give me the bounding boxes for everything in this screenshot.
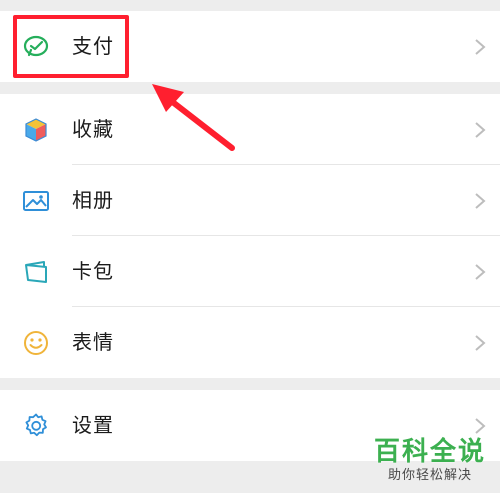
menu-item-favorites-label: 收藏	[72, 117, 114, 141]
chevron-right-icon	[475, 39, 486, 55]
menu-item-stickers-label: 表情	[72, 330, 114, 354]
chevron-right-icon	[475, 122, 486, 138]
menu-item-favorites[interactable]: 收藏	[0, 94, 500, 165]
chevron-right-icon	[475, 335, 486, 351]
watermark-title: 百科全说	[373, 437, 486, 467]
payment-highlight-box	[13, 15, 129, 78]
cube-icon	[25, 118, 47, 142]
menu-item-cards-label: 卡包	[72, 259, 114, 283]
watermark: 百科全说 助你轻松解决	[370, 437, 490, 485]
features-group: 收藏 相册 卡包 表情	[0, 94, 500, 378]
menu-item-settings-label: 设置	[72, 413, 114, 437]
chevron-right-icon	[475, 264, 486, 280]
annotation-arrow-icon	[152, 84, 235, 151]
card-wallet-icon	[25, 261, 47, 283]
watermark-subtitle: 助你轻松解决	[387, 468, 472, 483]
menu-item-album[interactable]: 相册	[0, 165, 500, 236]
chevron-right-icon	[475, 193, 486, 209]
menu-item-cards[interactable]: 卡包	[0, 236, 500, 307]
menu-item-album-label: 相册	[72, 188, 114, 212]
smiley-icon	[24, 331, 48, 355]
chevron-right-icon	[475, 418, 486, 434]
gear-icon	[25, 413, 47, 437]
image-icon	[23, 191, 49, 211]
menu-item-stickers[interactable]: 表情	[0, 307, 500, 378]
